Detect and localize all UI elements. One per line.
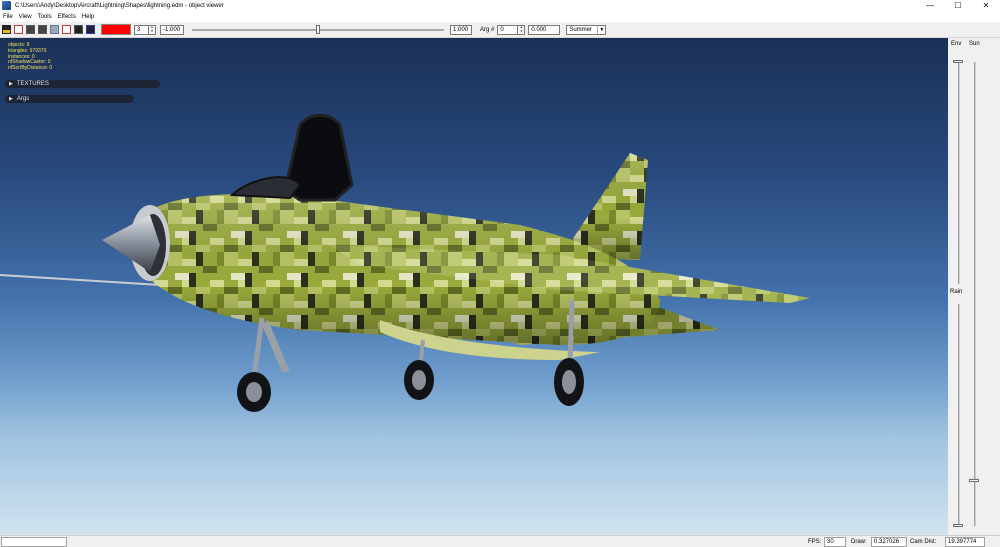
environment-panel: Env Sun Rain [948,38,1000,535]
sun-slider-thumb[interactable] [969,479,979,482]
season-value: Summer [569,26,593,33]
minimize-button[interactable]: — [916,0,944,11]
menu-help[interactable]: Help [82,14,94,20]
rain-slider-thumb[interactable] [953,524,963,527]
textures-panel-toggle[interactable]: ▶ TEXTURES [5,80,160,88]
arg-slider[interactable] [192,24,444,35]
env-slider-track-upper [958,62,960,284]
window-controls: — ☐ ✕ [916,0,1000,11]
sun-slider-track [974,62,976,526]
arg-amount-field[interactable]: 0.000 [528,24,561,35]
menu-view[interactable]: View [19,14,32,20]
expand-triangle-icon: ▶ [9,96,13,102]
slider-min-field[interactable]: -1.000 [160,24,184,35]
chevron-down-icon[interactable]: ▼ [597,25,605,34]
bones-icon[interactable] [62,25,71,34]
draw-label: Draw: [851,539,867,545]
env-label: Env [951,41,962,47]
arg-field[interactable]: 0 [497,24,519,35]
paint-icon[interactable] [74,25,83,34]
season-select[interactable]: Summer ▼ [566,24,607,35]
title-bar: C:\Users\Andy\Desktop\Aircraft\Lightning… [0,0,1000,11]
rain-slider-track [958,304,960,526]
expand-triangle-icon: ▶ [9,81,13,87]
close-button[interactable]: ✕ [972,0,1000,11]
fps-value: 30 [827,539,834,545]
slider-thumb[interactable] [316,24,320,34]
menu-effects[interactable]: Effects [58,14,76,20]
3d-viewport[interactable]: objects: 8 triangles: 979370 instances: … [0,38,948,535]
arg-arrows[interactable]: ▲ ▼ [518,24,526,35]
status-input[interactable] [1,537,67,547]
toolbar: 3 ▲ ▼ -1.000 1.000 Arg # 0 ▲ ▼ 0.000 Summe… [0,22,1000,38]
lod-spinner[interactable]: 3 ▲ ▼ [134,24,156,35]
lod-field[interactable]: 3 [134,24,149,35]
arg-spinner[interactable]: 0 ▲ ▼ [497,24,526,35]
fps-label: FPS: [808,539,822,545]
window-title: C:\Users\Andy\Desktop\Aircraft\Lightning… [15,2,224,9]
maximize-button[interactable]: ☐ [944,0,972,11]
env-slider-thumb[interactable] [953,60,963,63]
textures-label: TEXTURES [16,81,49,87]
solid-icon[interactable] [38,25,47,34]
sun-label: Sun [969,41,980,47]
args-label: Args [16,96,30,102]
color-swatch[interactable] [101,24,131,35]
menu-file[interactable]: File [3,14,13,20]
app-icon [2,1,11,10]
cam-dist-label: Cam Dist: [910,539,937,545]
menu-tools[interactable]: Tools [38,14,52,20]
draw-value: 0.327026 [874,539,900,545]
cam-dist-value: 19.397774 [948,539,977,545]
model-stats: objects: 8 triangles: 979370 instances: … [8,42,53,72]
rain-label: Rain [950,289,963,295]
aircraft-model[interactable] [0,38,948,535]
open-file-icon[interactable] [2,25,11,34]
status-bar: FPS: 30 Draw: 0.327026 Cam Dist: 19.3977… [0,535,1000,547]
wireframe-icon[interactable] [26,25,35,34]
lod-arrows[interactable]: ▲ ▼ [149,24,156,35]
stat-sort-by-distance: nfSortByDistance: 0 [8,65,53,72]
down-arrow-icon[interactable]: ▼ [151,30,154,33]
args-panel-toggle[interactable]: ▶ Args [5,95,134,103]
arg-label: Arg # [480,26,495,33]
toolbar-icons [2,25,98,34]
menu-bar: File View Tools Effects Help [0,11,1000,22]
down-arrow-icon[interactable]: ▼ [520,30,523,33]
light-icon[interactable] [86,25,95,34]
texture-icon[interactable] [50,25,59,34]
slider-max-field[interactable]: 1.000 [450,24,472,35]
skeleton-icon[interactable] [14,25,23,34]
